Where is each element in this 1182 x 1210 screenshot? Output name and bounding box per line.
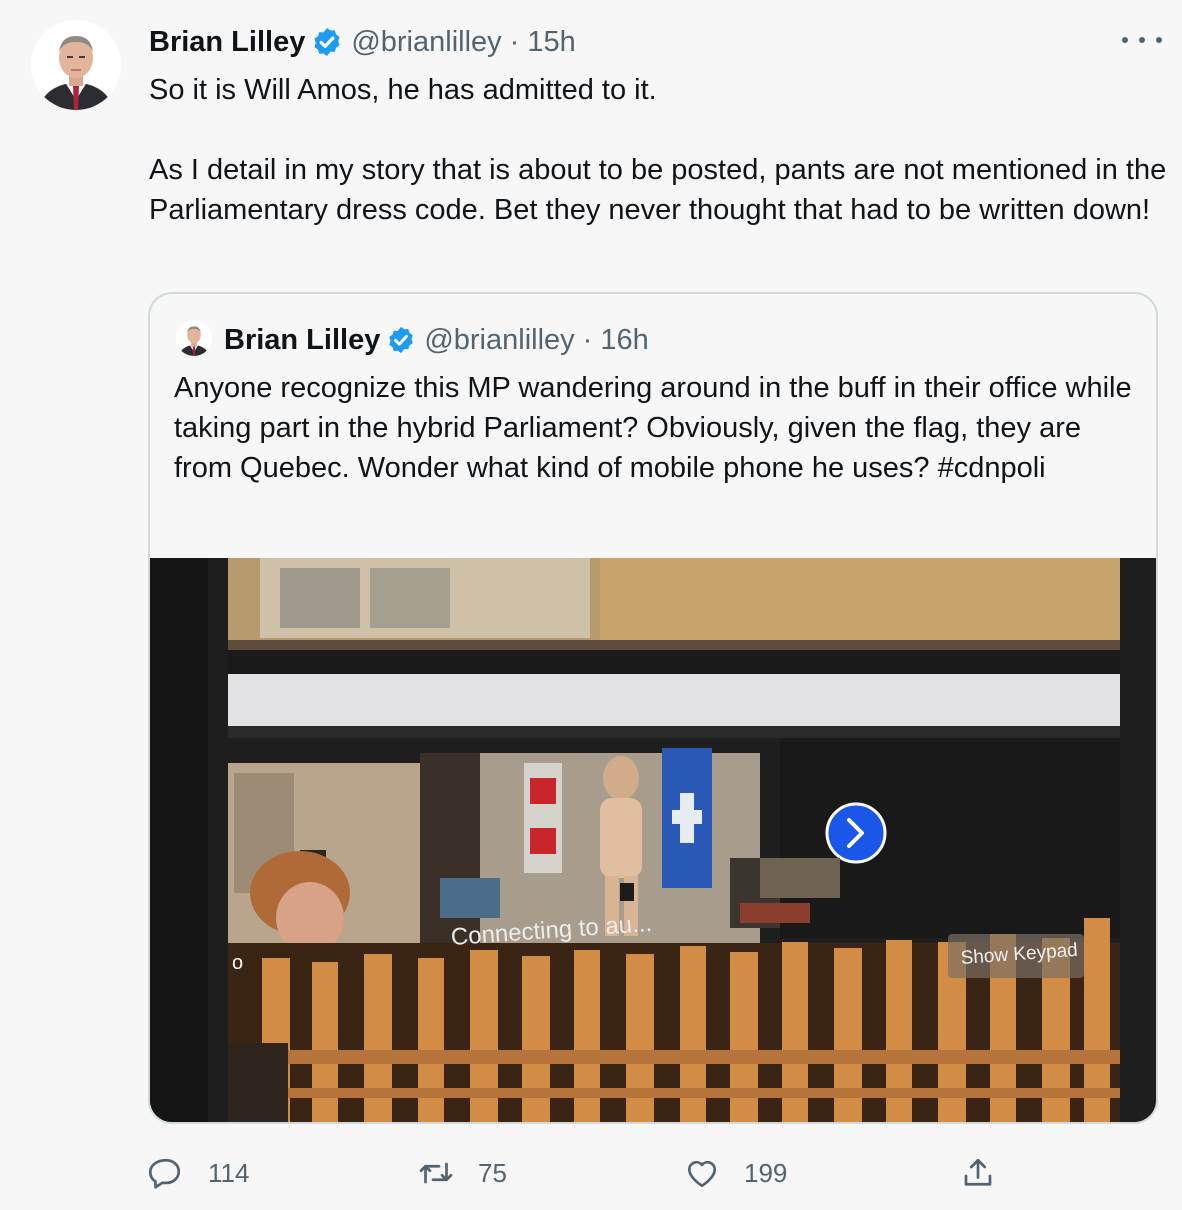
retweet-count: 75 xyxy=(478,1157,507,1188)
quoted-author-portrait-image xyxy=(176,320,212,356)
reply-icon xyxy=(148,1158,181,1189)
reply-count: 114 xyxy=(208,1157,250,1188)
tweet-action-bar: 114 75 199 xyxy=(0,1148,1182,1198)
tweet-header: Brian Lilley @brianlilley · 15h xyxy=(149,22,576,62)
quoted-tweet-timestamp: 16h xyxy=(600,323,649,356)
like-count: 199 xyxy=(744,1157,788,1188)
quoted-author-handle: @brianlilley xyxy=(424,323,575,356)
reply-button[interactable]: 114 xyxy=(148,1148,249,1198)
more-dot xyxy=(1139,37,1145,43)
retweet-button[interactable]: 75 xyxy=(418,1148,507,1198)
quoted-tweet-header: Brian Lilley @brianlilley · 16h xyxy=(224,321,649,359)
quoted-tweet-text: Anyone recognize this MP wandering aroun… xyxy=(174,372,1132,484)
author-avatar[interactable] xyxy=(31,20,121,110)
share-icon xyxy=(964,1158,992,1186)
meta-separator: · xyxy=(509,25,520,58)
author-handle[interactable]: @brianlilley xyxy=(351,26,501,59)
more-dot xyxy=(1122,37,1128,43)
author-portrait-image xyxy=(31,20,121,110)
author-name[interactable]: Brian Lilley xyxy=(149,26,305,59)
more-dot xyxy=(1156,37,1162,43)
quoted-tweet-media[interactable]: Connecting to au... Show Keypad o xyxy=(150,558,1156,1122)
retweet-icon xyxy=(419,1162,453,1184)
verified-badge-icon xyxy=(314,28,340,56)
like-button[interactable]: 199 xyxy=(684,1148,787,1198)
verified-badge-icon xyxy=(389,326,414,354)
quoted-meta-separator: · xyxy=(582,323,593,356)
tweet-text: So it is Will Amos, he has admitted to i… xyxy=(149,74,1167,226)
share-button[interactable] xyxy=(960,1148,1020,1198)
heart-icon xyxy=(687,1160,717,1188)
tweet-timestamp[interactable]: 15h xyxy=(527,26,575,59)
more-options-icon[interactable] xyxy=(1122,26,1162,54)
participant-name-overlay-text: o xyxy=(232,952,244,974)
video-call-photo-image xyxy=(150,558,1156,1122)
quoted-author-avatar xyxy=(176,320,212,356)
quoted-author-name: Brian Lilley xyxy=(224,323,381,356)
quoted-tweet-card[interactable]: Brian Lilley @brianlilley · 16h Anyone r… xyxy=(148,292,1158,1124)
